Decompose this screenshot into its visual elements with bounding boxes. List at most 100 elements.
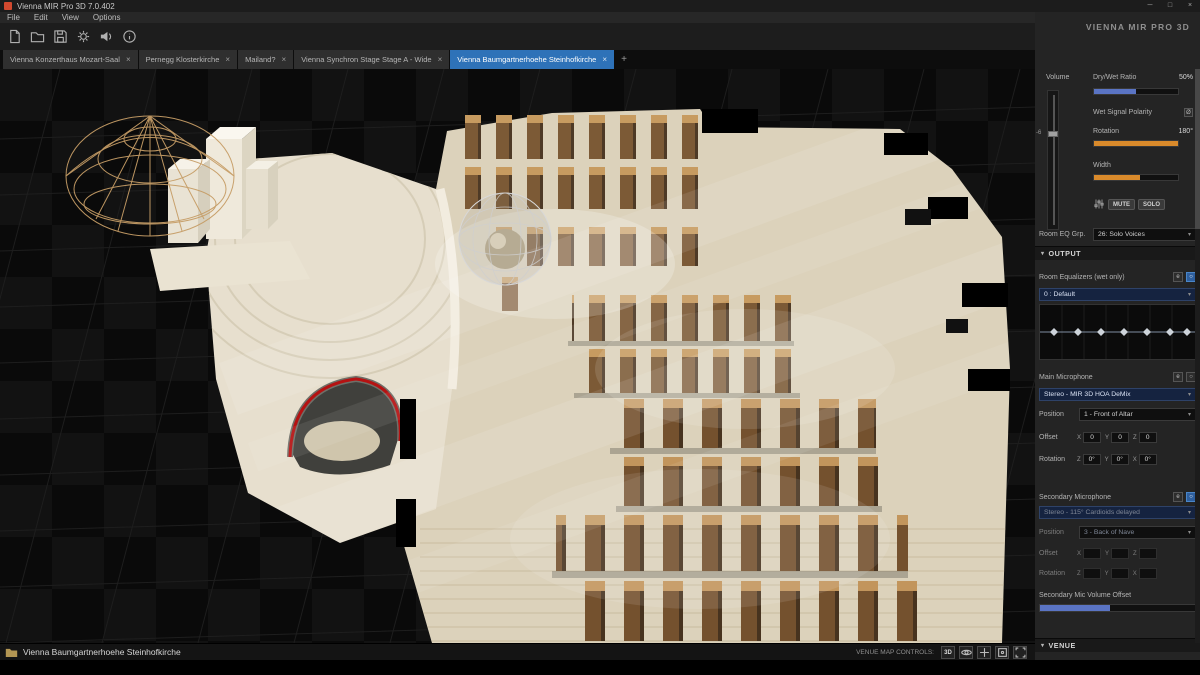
axis-label: Y <box>1105 435 1109 441</box>
tab-steinhofkirche-active[interactable]: Vienna Baumgartnerhoehe Steinhofkirche × <box>450 50 615 69</box>
drywet-slider[interactable] <box>1093 88 1179 95</box>
volume-label: Volume <box>1046 74 1069 81</box>
view-3d-icon: 3D <box>944 650 952 656</box>
main-microphone-handle[interactable] <box>459 193 551 285</box>
secondary-mic-position-dropdown[interactable]: 3 - Back of Nave ▾ <box>1079 526 1196 539</box>
pan-view-button[interactable] <box>977 646 991 659</box>
secondary-rotation-x-input[interactable] <box>1139 568 1157 579</box>
tab-mailand[interactable]: Mailand? × <box>238 50 294 69</box>
tab-pernegg-klosterkirche[interactable]: Pernegg Klosterkirche × <box>139 50 238 69</box>
mute-button[interactable]: MUTE <box>1108 199 1135 210</box>
tab-close-icon[interactable]: × <box>282 55 287 64</box>
orbit-view-button[interactable] <box>959 646 973 659</box>
secondary-mic-type-value: Stereo - 115° Cardioids delayed <box>1044 509 1140 516</box>
chevron-down-icon: ▾ <box>1185 509 1191 516</box>
window-maximize-button[interactable]: □ <box>1160 0 1180 12</box>
secondary-offset-label: Offset <box>1039 550 1073 557</box>
scrollbar-thumb[interactable] <box>1195 69 1200 229</box>
secondary-mic-type-dropdown[interactable]: Stereo - 115° Cardioids delayed ▾ <box>1039 506 1196 519</box>
menu-view[interactable]: View <box>55 13 86 22</box>
room-eq-grp-dropdown[interactable]: 26: Solo Voices ▾ <box>1093 228 1196 241</box>
frame-view-button[interactable] <box>1013 646 1027 659</box>
info-button[interactable] <box>120 28 138 46</box>
tab-label: Vienna Baumgartnerhoehe Steinhofkirche <box>457 55 596 64</box>
main-mic-position-label: Position <box>1039 411 1079 418</box>
main-offset-y-input[interactable]: 0 <box>1111 432 1129 443</box>
secondary-rotation-label: Rotation <box>1039 570 1073 577</box>
axis-label: Z <box>1133 435 1137 441</box>
output-section-header[interactable]: ▾ OUTPUT <box>1035 246 1200 260</box>
venue-section-header[interactable]: ▾ VENUE <box>1035 638 1200 652</box>
main-rotation-y-input[interactable]: 0° <box>1111 454 1129 465</box>
menu-edit[interactable]: Edit <box>27 13 55 22</box>
room-eq-grp-value: 26: Solo Voices <box>1098 231 1145 238</box>
tab-konzerthaus-mozart-saal[interactable]: Vienna Konzerthaus Mozart-Saal × <box>3 50 139 69</box>
eq-edit-button[interactable]: e <box>1173 272 1183 282</box>
audio-setup-button[interactable] <box>97 28 115 46</box>
new-tab-button[interactable]: + <box>615 50 633 69</box>
main-rotation-x-input[interactable]: 0° <box>1139 454 1157 465</box>
main-offset-z-input[interactable]: 0 <box>1139 432 1157 443</box>
status-bar: Vienna Baumgartnerhoehe Steinhofkirche V… <box>0 643 1035 660</box>
window-close-button[interactable]: × <box>1180 0 1200 12</box>
window-minimize-button[interactable]: ─ <box>1140 0 1160 12</box>
secondary-offset-z-input[interactable] <box>1139 548 1157 559</box>
tab-close-icon[interactable]: × <box>438 55 443 64</box>
open-folder-button[interactable] <box>28 28 46 46</box>
panel-scrollbar[interactable] <box>1195 69 1200 643</box>
width-slider[interactable] <box>1093 174 1179 181</box>
main-mic-label: Main Microphone <box>1039 374 1093 381</box>
tab-label: Pernegg Klosterkirche <box>146 55 220 64</box>
menu-file[interactable]: File <box>0 13 27 22</box>
secondary-offset-y-input[interactable] <box>1111 548 1129 559</box>
drywet-value: 50% <box>1179 74 1193 81</box>
room-equalizers-label: Room Equalizers (wet only) <box>1039 274 1125 281</box>
polarity-toggle-button[interactable]: Ø <box>1184 108 1193 117</box>
volume-fader[interactable] <box>1047 90 1059 230</box>
main-mic-type-value: Stereo - MIR 3D HOA DeMix <box>1044 391 1131 398</box>
main-offset-x-input[interactable]: 0 <box>1083 432 1101 443</box>
settings-button[interactable] <box>74 28 92 46</box>
new-document-button[interactable] <box>5 28 23 46</box>
save-button[interactable] <box>51 28 69 46</box>
menu-bar: File Edit View Options <box>0 12 1200 23</box>
view-3d-button[interactable]: 3D <box>941 646 955 659</box>
chevron-down-icon: ▾ <box>1185 291 1191 298</box>
tab-label: Vienna Konzerthaus Mozart-Saal <box>10 55 120 64</box>
drywet-label: Dry/Wet Ratio <box>1093 74 1136 81</box>
axis-label: Z <box>1077 457 1081 463</box>
secondary-offset-x-input[interactable] <box>1083 548 1101 559</box>
chevron-down-icon: ▾ <box>1185 391 1191 398</box>
fader-handle[interactable] <box>1048 131 1058 137</box>
section-arrow-icon: ▾ <box>1041 250 1045 257</box>
secondary-mic-edit-button[interactable]: e <box>1173 492 1183 502</box>
main-rotation-z-input[interactable]: 0° <box>1083 454 1101 465</box>
channel-control-panel: VIENNA MIR PRO 3D Volume -6 Dry/Wet Rati… <box>1035 12 1200 660</box>
main-mic-type-dropdown[interactable]: Stereo - MIR 3D HOA DeMix ▾ <box>1039 388 1196 401</box>
tab-close-icon[interactable]: × <box>126 55 131 64</box>
venue-3d-viewport[interactable] <box>0 69 1035 643</box>
solo-button[interactable]: SOLO <box>1138 199 1165 210</box>
tab-close-icon[interactable]: × <box>225 55 230 64</box>
eq-curve-editor[interactable] <box>1039 304 1196 360</box>
tab-close-icon[interactable]: × <box>602 55 607 64</box>
chevron-down-icon: ▾ <box>1185 529 1191 536</box>
secondary-mic-volume-slider[interactable] <box>1039 604 1196 612</box>
tab-synchron-stage-a[interactable]: Vienna Synchron Stage Stage A - Wide × <box>294 50 450 69</box>
save-icon <box>53 29 68 44</box>
rotation-slider[interactable] <box>1093 140 1179 147</box>
main-mic-edit-button[interactable]: e <box>1173 372 1183 382</box>
secondary-rotation-z-input[interactable] <box>1083 568 1101 579</box>
venue-folder-icon[interactable] <box>5 647 18 658</box>
main-mic-position-dropdown[interactable]: 1 - Front of Altar ▾ <box>1079 408 1196 421</box>
axis-label: X <box>1077 435 1081 441</box>
secondary-rotation-y-input[interactable] <box>1111 568 1129 579</box>
top-view-button[interactable] <box>995 646 1009 659</box>
menu-options[interactable]: Options <box>86 13 128 22</box>
venue-section-title: VENUE <box>1049 641 1076 650</box>
wet-polarity-label: Wet Signal Polarity <box>1093 109 1152 116</box>
eq-preset-dropdown[interactable]: 0 : Default ▾ <box>1039 288 1196 301</box>
room-eq-grp-label: Room EQ Grp. <box>1039 231 1093 238</box>
main-rotation-label: Rotation <box>1039 456 1073 463</box>
channel-settings-icon[interactable] <box>1093 198 1105 210</box>
